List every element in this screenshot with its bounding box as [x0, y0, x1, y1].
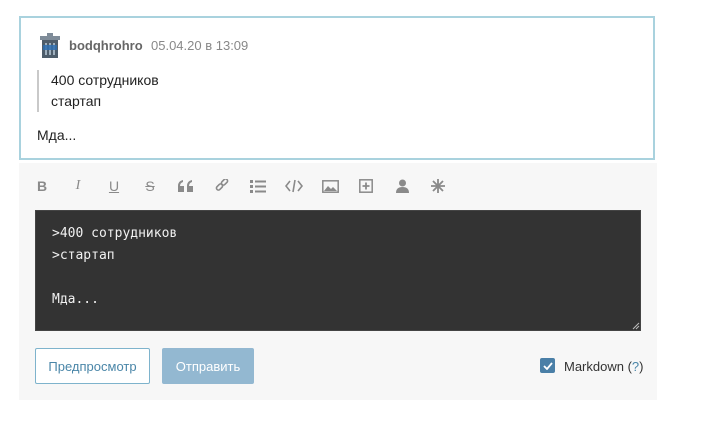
- resize-grip-icon[interactable]: [632, 322, 640, 330]
- comment-textarea[interactable]: >400 сотрудников >стартап Мда...: [35, 210, 641, 331]
- italic-icon[interactable]: I: [66, 176, 90, 196]
- code-icon[interactable]: [282, 176, 306, 196]
- markdown-checkbox[interactable]: [540, 358, 555, 373]
- avatar[interactable]: [39, 33, 61, 59]
- underline-icon[interactable]: U: [102, 176, 126, 196]
- spoiler-icon[interactable]: [354, 176, 378, 196]
- reply-editor: B I U S >400 сотрудников >стартап Мда...…: [19, 163, 657, 400]
- markdown-help-link[interactable]: ?: [632, 359, 639, 374]
- comment-quote: 400 сотрудников стартап: [37, 70, 159, 112]
- quote-line: стартап: [51, 93, 102, 109]
- quote-line: 400 сотрудников: [51, 72, 159, 88]
- comment-timestamp[interactable]: 05.04.20 в 13:09: [151, 38, 248, 53]
- asterisk-icon[interactable]: [426, 176, 450, 196]
- comment-card: bodqhrohro 05.04.20 в 13:09 400 сотрудни…: [19, 16, 655, 160]
- bold-icon[interactable]: B: [30, 176, 54, 196]
- checkmark-icon: [542, 361, 553, 370]
- image-icon[interactable]: [318, 176, 342, 196]
- markdown-label-text: Markdown: [564, 359, 624, 374]
- strikethrough-icon[interactable]: S: [138, 176, 162, 196]
- preview-button[interactable]: Предпросмотр: [35, 348, 150, 384]
- quote-icon[interactable]: [174, 176, 198, 196]
- comment-text: Мда...: [37, 127, 77, 143]
- link-icon[interactable]: [210, 176, 234, 196]
- comment-author[interactable]: bodqhrohro: [69, 38, 143, 53]
- markdown-label[interactable]: Markdown (?): [564, 359, 644, 374]
- user-icon[interactable]: [390, 176, 414, 196]
- send-button[interactable]: Отправить: [162, 348, 254, 384]
- list-icon[interactable]: [246, 176, 270, 196]
